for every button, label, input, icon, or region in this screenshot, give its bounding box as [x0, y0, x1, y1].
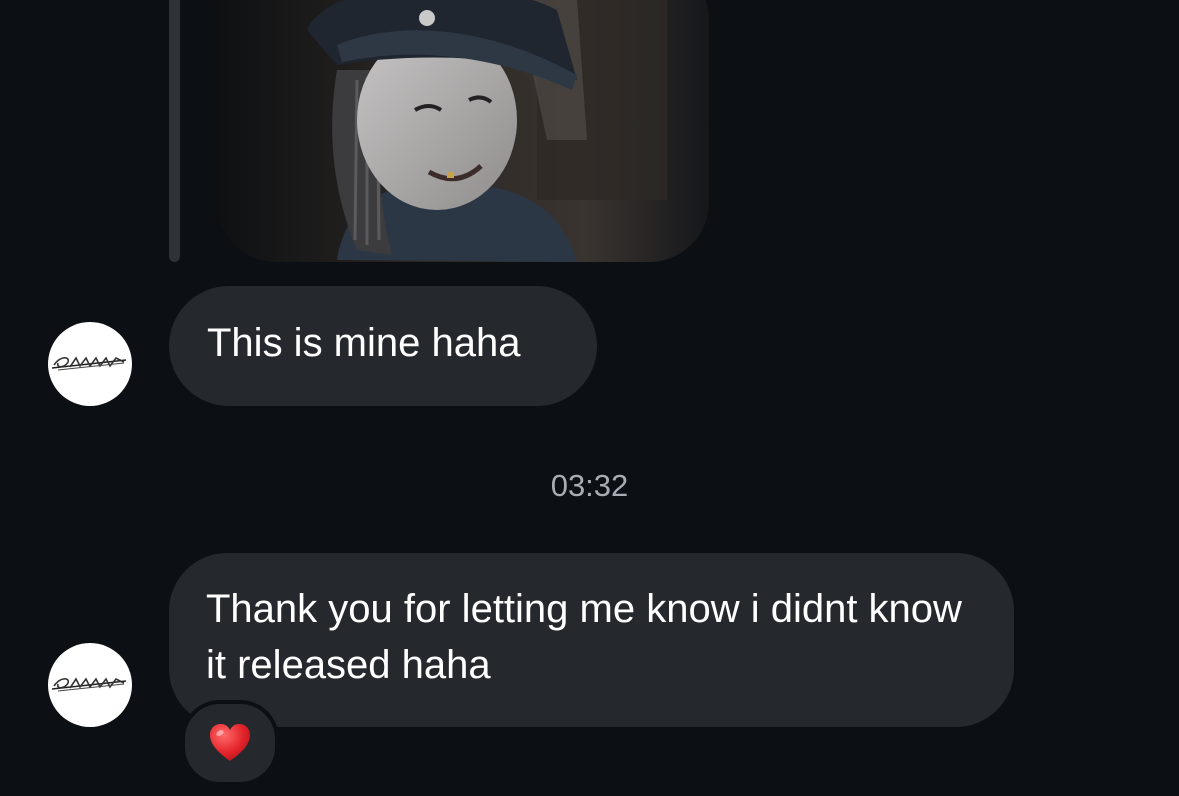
sender-avatar[interactable] [48, 643, 132, 727]
message-text: Thank you for letting me know i didnt kn… [206, 587, 962, 687]
message-bubble[interactable]: This is mine haha [169, 286, 597, 406]
shared-photo[interactable] [217, 0, 709, 262]
chat-thread: This is mine haha 03:32 Thank you for le… [0, 0, 1179, 796]
message-bubble[interactable]: Thank you for letting me know i didnt kn… [169, 553, 1014, 727]
sender-avatar[interactable] [48, 322, 132, 406]
message-timestamp: 03:32 [550, 468, 629, 503]
photo-illustration [217, 0, 709, 262]
message-text: This is mine haha [207, 321, 521, 365]
message-reaction[interactable] [181, 700, 279, 786]
heart-emoji-icon [210, 724, 250, 761]
logo-avatar-icon [51, 356, 127, 371]
reply-quote-bar [169, 0, 180, 262]
logo-avatar-icon [51, 677, 127, 692]
